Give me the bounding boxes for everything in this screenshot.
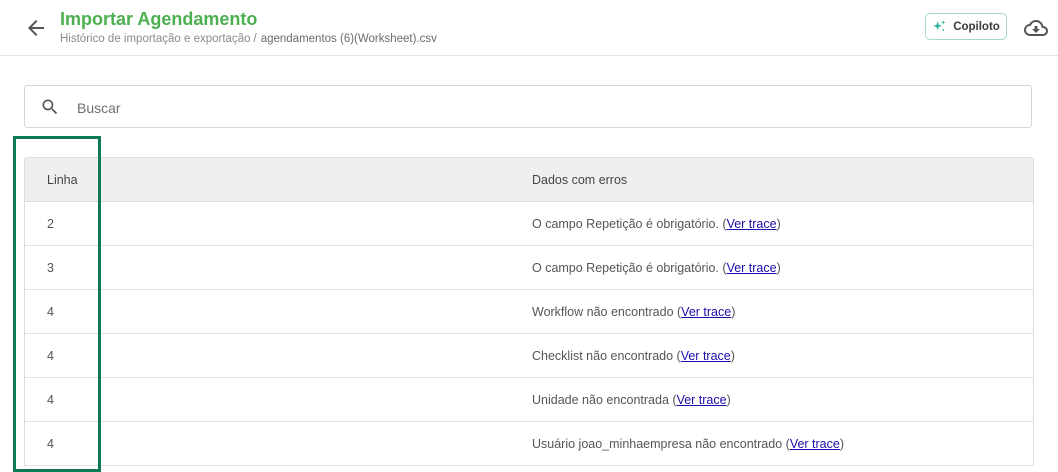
line-number: 4: [47, 348, 54, 363]
copilot-button[interactable]: Copiloto: [925, 13, 1007, 40]
table-row: 4 Usuário joao_minhaempresa não encontra…: [25, 422, 1033, 466]
table-row: 4 Checklist não encontrado (Ver trace): [25, 334, 1033, 378]
search-box: [24, 85, 1032, 128]
table-row: 4 Unidade não encontrada (Ver trace): [25, 378, 1033, 422]
view-trace-link[interactable]: Ver trace: [727, 261, 777, 275]
errors-table: Linha Dados com erros 2 O campo Repetiçã…: [24, 157, 1034, 466]
error-message: Workflow não encontrado: [532, 304, 674, 319]
error-message: Usuário joao_minhaempresa não encontrado: [532, 436, 783, 451]
error-message: O campo Repetição é obrigatório.: [532, 216, 719, 231]
search-input[interactable]: [75, 93, 979, 123]
view-trace-link[interactable]: Ver trace: [681, 349, 731, 363]
page-title: Importar Agendamento: [60, 9, 258, 29]
error-cell: O campo Repetição é obrigatório. (Ver tr…: [532, 260, 781, 275]
page-header: Importar Agendamento Histórico de import…: [0, 0, 1058, 56]
error-cell: O campo Repetição é obrigatório. (Ver tr…: [532, 216, 781, 231]
error-cell: Usuário joao_minhaempresa não encontrado…: [532, 436, 845, 451]
breadcrumb-parent[interactable]: Histórico de importação e exportação: [60, 33, 251, 45]
error-message: Checklist não encontrado: [532, 348, 674, 363]
line-number: 4: [47, 436, 54, 451]
search-icon: [42, 99, 58, 115]
column-header-errors: Dados com erros: [532, 172, 628, 187]
column-header-line: Linha: [47, 172, 78, 187]
line-number: 4: [47, 392, 54, 407]
view-trace-link[interactable]: Ver trace: [727, 217, 777, 231]
breadcrumb-separator: /: [253, 33, 257, 45]
breadcrumb-current: agendamentos (6)(Worksheet).csv: [260, 33, 437, 45]
cloud-download-icon: [1024, 20, 1048, 36]
table-row: 2 O campo Repetição é obrigatório. (Ver …: [25, 202, 1033, 246]
line-number: 2: [47, 216, 54, 231]
error-cell: Workflow não encontrado (Ver trace): [532, 304, 736, 319]
view-trace-link[interactable]: Ver trace: [790, 437, 840, 451]
back-button[interactable]: [24, 16, 48, 40]
sparkles-icon: [933, 20, 946, 32]
error-message: O campo Repetição é obrigatório.: [532, 260, 719, 275]
breadcrumb: Histórico de importação e exportação / age…: [60, 33, 437, 45]
arrow-left-icon: [28, 20, 44, 36]
download-button[interactable]: [1024, 16, 1048, 40]
error-message: Unidade não encontrada: [532, 392, 669, 407]
line-number: 4: [47, 304, 54, 319]
table-row: 4 Workflow não encontrado (Ver trace): [25, 290, 1033, 334]
error-cell: Unidade não encontrada (Ver trace): [532, 392, 731, 407]
view-trace-link[interactable]: Ver trace: [681, 305, 731, 319]
error-cell: Checklist não encontrado (Ver trace): [532, 348, 735, 363]
view-trace-link[interactable]: Ver trace: [677, 393, 727, 407]
table-row: 3 O campo Repetição é obrigatório. (Ver …: [25, 246, 1033, 290]
copilot-label: Copiloto: [953, 20, 1000, 33]
line-number: 3: [47, 260, 54, 275]
table-header: Linha Dados com erros: [25, 158, 1033, 202]
